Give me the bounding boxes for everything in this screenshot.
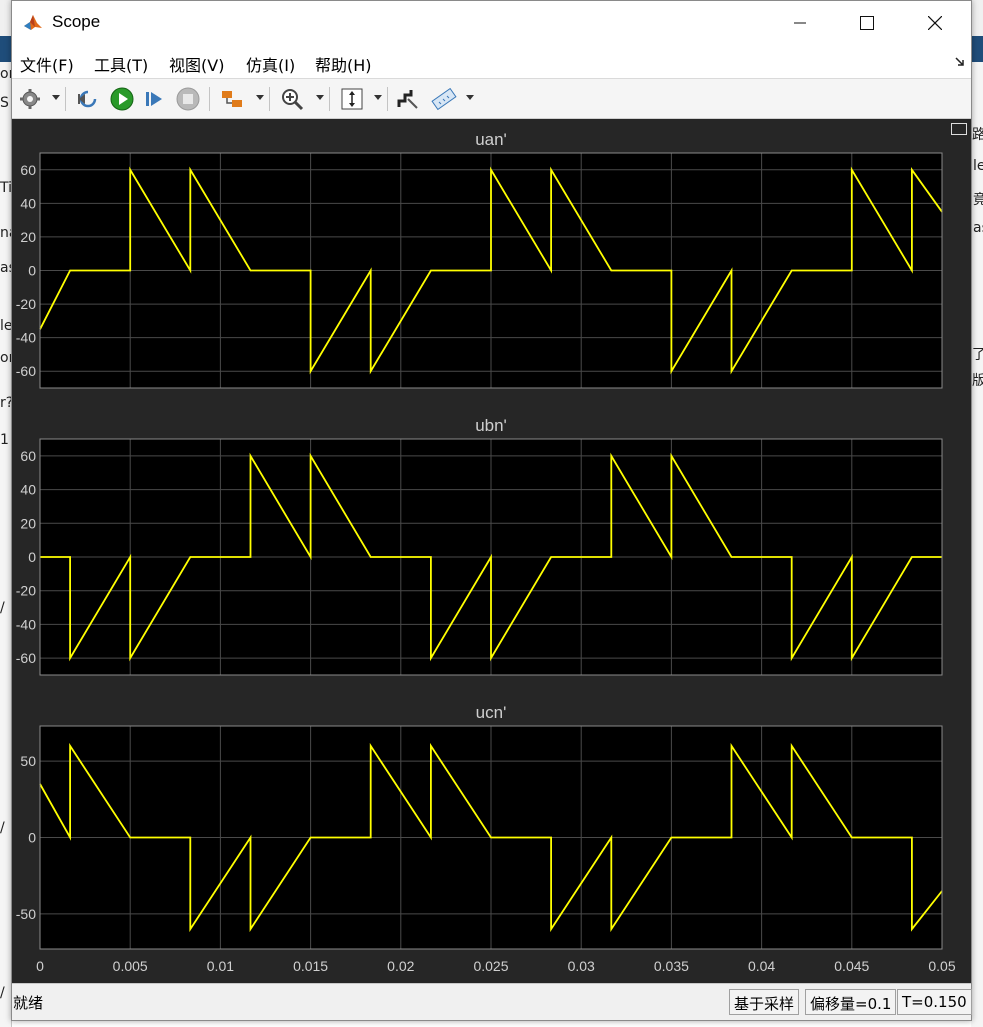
maximize-icon: [860, 16, 874, 30]
menu-bar: 文件(F) 工具(T) 视图(V) 仿真(I) 帮助(H): [12, 45, 971, 79]
scope-plots: uan' 60 40 20 0 -20 -40 -60 ubn' 60 40 20 0 -20 -40 -60…: [16, 130, 956, 974]
minimize-icon: [794, 22, 806, 24]
menu-simulation[interactable]: 仿真(I): [246, 52, 295, 76]
y-tick-label: -20: [16, 583, 36, 599]
background-text-fragment: 1: [0, 432, 9, 448]
triggers-icon: [222, 91, 242, 107]
x-tick-label: 0.02: [387, 958, 414, 974]
menu-view[interactable]: 视图(V): [169, 52, 224, 76]
plot-title: uan': [475, 130, 507, 149]
title-bar[interactable]: Scope: [12, 1, 971, 45]
y-tick-label: -50: [16, 906, 36, 922]
y-tick-label: 0: [28, 830, 36, 846]
stop-button[interactable]: [174, 85, 202, 113]
toolbar-separator: [269, 87, 270, 111]
toolbar-separator: [209, 87, 210, 111]
background-text-fragment: 竟: [973, 192, 983, 208]
window-title: Scope: [52, 12, 101, 31]
step-forward-button[interactable]: [140, 85, 168, 113]
background-text-fragment: /: [0, 820, 5, 836]
menu-file[interactable]: 文件(F): [20, 52, 74, 76]
minimize-button[interactable]: [777, 1, 823, 45]
y-tick-label: 40: [20, 195, 36, 211]
close-icon: [928, 16, 942, 30]
measurements-button[interactable]: [430, 85, 458, 113]
step-forward-icon: [146, 92, 162, 106]
y-tick-label: 20: [20, 229, 36, 245]
measurements-icon: [431, 87, 457, 111]
x-tick-label: 0.005: [113, 958, 148, 974]
matlab-icon: [22, 11, 44, 33]
toolbar-separator: [387, 87, 388, 111]
run-button[interactable]: [108, 85, 136, 113]
settings-gear-icon: [20, 89, 40, 109]
stop-icon: [176, 87, 200, 111]
settings-button[interactable]: [16, 85, 44, 113]
run-icon: [110, 87, 134, 111]
y-tick-label: 50: [20, 753, 36, 769]
menu-help[interactable]: 帮助(H): [315, 52, 372, 76]
zoom-in-icon: [282, 89, 304, 111]
background-text-fragment: /: [0, 600, 5, 616]
zoom-button[interactable]: [278, 85, 306, 113]
x-tick-label: 0.03: [568, 958, 595, 974]
x-tick-label: 0.015: [293, 958, 328, 974]
step-back-button[interactable]: [74, 85, 102, 113]
zoom-dropdown-icon[interactable]: [316, 95, 324, 100]
style-icon: [397, 90, 418, 109]
x-tick-label: 0.045: [834, 958, 869, 974]
style-button[interactable]: [394, 85, 422, 113]
plot-title: ucn': [476, 703, 507, 722]
settings-dropdown-icon[interactable]: [52, 95, 60, 100]
background-text-fragment: S: [0, 95, 9, 111]
dock-arrow-icon[interactable]: [955, 55, 967, 67]
scope-window: Scope 文件(F) 工具(T) 视图(V) 仿真(I) 帮助(H) uan'…: [11, 0, 972, 1021]
status-sampling: 基于采样: [729, 989, 800, 1015]
status-time: T=0.150: [897, 989, 972, 1015]
scale-dropdown-icon[interactable]: [374, 95, 382, 100]
background-text-fragment: 版: [972, 373, 983, 389]
background-text-fragment: le: [973, 158, 983, 174]
toolbar-separator: [65, 87, 66, 111]
plot-title: ubn': [475, 416, 507, 435]
y-tick-label: -60: [16, 363, 36, 379]
y-tick-label: 40: [20, 482, 36, 498]
background-text-fragment: 路: [972, 127, 983, 143]
close-button[interactable]: [912, 1, 958, 45]
x-tick-label: 0.035: [654, 958, 689, 974]
status-ready: 就绪: [13, 994, 44, 1012]
toolbar: [12, 79, 971, 119]
y-tick-label: 20: [20, 515, 36, 531]
background-text-fragment: 了: [972, 347, 983, 363]
background-text-fragment: as: [973, 220, 983, 236]
toolbar-separator: [329, 87, 330, 111]
triggers-button[interactable]: [218, 85, 246, 113]
background-text-fragment: /: [0, 985, 5, 1001]
y-tick-label: 0: [28, 549, 36, 565]
menu-tools[interactable]: 工具(T): [94, 52, 148, 76]
x-tick-label: 0.01: [207, 958, 234, 974]
y-tick-label: 0: [28, 263, 36, 279]
y-tick-label: -20: [16, 296, 36, 312]
status-bar: 就绪 基于采样 偏移量=0.1 T=0.150: [12, 983, 972, 1020]
measurements-dropdown-icon[interactable]: [466, 95, 474, 100]
scale-axes-icon: [341, 88, 363, 110]
x-tick-label: 0: [36, 958, 44, 974]
scope-display: uan' 60 40 20 0 -20 -40 -60 ubn' 60 40 20 0 -20 -40 -60…: [12, 119, 971, 983]
y-tick-label: 60: [20, 162, 36, 178]
x-tick-label: 0.05: [928, 958, 955, 974]
y-tick-label: 60: [20, 448, 36, 464]
x-tick-label: 0.04: [748, 958, 775, 974]
maximize-button[interactable]: [844, 1, 890, 45]
y-tick-label: -40: [16, 616, 36, 632]
triggers-dropdown-icon[interactable]: [256, 95, 264, 100]
y-tick-label: -40: [16, 330, 36, 346]
y-tick-label: -60: [16, 650, 36, 666]
x-tick-label: 0.025: [473, 958, 508, 974]
status-offset: 偏移量=0.1: [805, 989, 897, 1015]
step-back-icon: [78, 90, 97, 108]
scale-axes-button[interactable]: [338, 85, 366, 113]
